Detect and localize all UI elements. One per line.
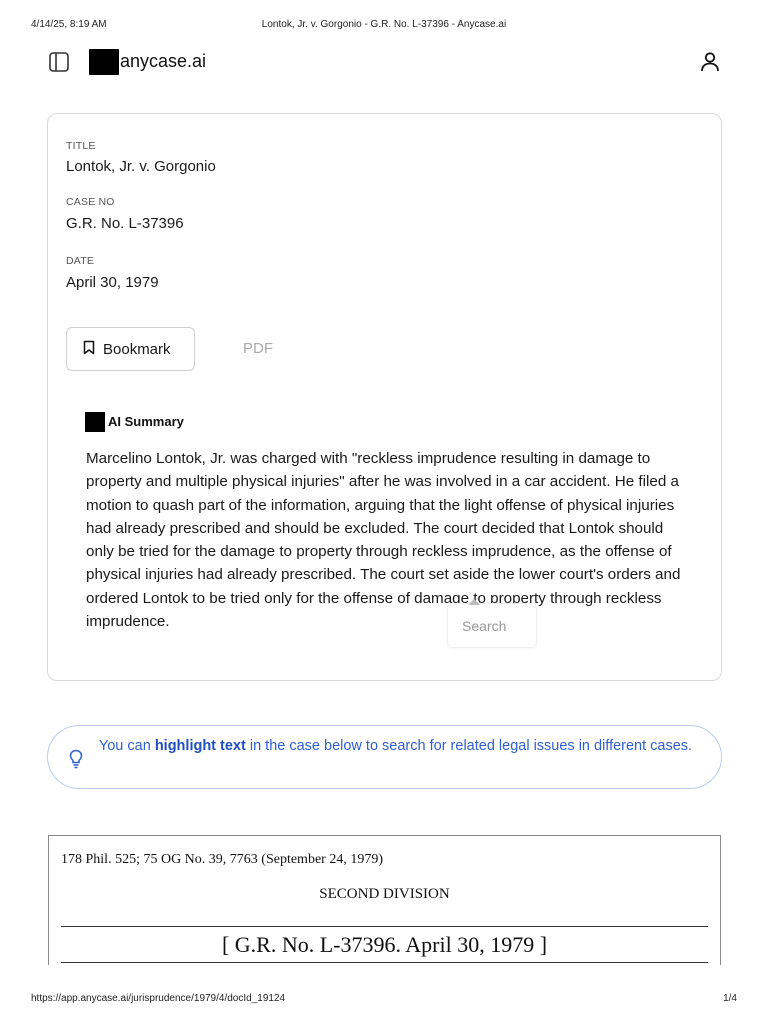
print-header: 4/14/25, 8:19 AM Lontok, Jr. v. Gorgonio… bbox=[31, 19, 737, 33]
user-icon[interactable] bbox=[698, 50, 722, 74]
ai-summary-icon bbox=[85, 412, 105, 432]
case-date: April 30, 1979 bbox=[66, 274, 159, 291]
ai-summary-text: Marcelino Lontok, Jr. was charged with "… bbox=[86, 450, 681, 631]
pdf-button[interactable]: PDF bbox=[243, 340, 273, 357]
top-navigation-bar: anycase.ai bbox=[0, 44, 768, 80]
case-title: Lontok, Jr. v. Gorgonio bbox=[66, 158, 216, 175]
case-no-label: CASE NO bbox=[66, 196, 115, 208]
print-page-number: 1/4 bbox=[723, 993, 737, 1004]
ai-summary-title: AI Summary bbox=[108, 414, 184, 429]
divider bbox=[61, 962, 708, 963]
bookmark-label: Bookmark bbox=[103, 340, 171, 358]
logo-text[interactable]: anycase.ai bbox=[120, 51, 206, 72]
tip-highlight: highlight text bbox=[154, 738, 246, 754]
date-label: DATE bbox=[66, 255, 95, 267]
document-division: SECOND DIVISION bbox=[319, 886, 450, 902]
sidebar-toggle-icon[interactable] bbox=[48, 51, 70, 73]
print-footer: https://app.anycase.ai/jurisprudence/197… bbox=[31, 993, 737, 1007]
tip-suffix: in the case below to search for related … bbox=[249, 738, 693, 754]
case-info-card: TITLE Lontok, Jr. v. Gorgonio CASE NO G.… bbox=[47, 113, 722, 681]
tip-text: You can highlight text in the case below… bbox=[88, 735, 703, 758]
highlight-tip-banner: You can highlight text in the case below… bbox=[47, 725, 722, 789]
title-label: TITLE bbox=[66, 140, 96, 152]
tip-prefix: You can bbox=[98, 738, 151, 754]
document-heading: [ G.R. No. L-37396. April 30, 1979 ] bbox=[221, 932, 548, 957]
divider bbox=[61, 926, 708, 927]
print-page-title: Lontok, Jr. v. Gorgonio - G.R. No. L-373… bbox=[261, 19, 507, 30]
logo-mark[interactable] bbox=[89, 49, 119, 75]
highlight-search-popup[interactable]: Search bbox=[447, 599, 537, 648]
lightbulb-icon bbox=[68, 748, 84, 770]
search-popup-label: Search bbox=[462, 617, 507, 634]
print-url: https://app.anycase.ai/jurisprudence/197… bbox=[31, 993, 286, 1004]
bookmark-button[interactable]: Bookmark bbox=[66, 327, 195, 371]
case-document: 178 Phil. 525; 75 OG No. 39, 7763 (Septe… bbox=[48, 835, 721, 965]
bookmark-icon bbox=[83, 340, 95, 359]
case-number: G.R. No. L-37396 bbox=[66, 215, 184, 232]
document-citation: 178 Phil. 525; 75 OG No. 39, 7763 (Septe… bbox=[61, 852, 383, 867]
